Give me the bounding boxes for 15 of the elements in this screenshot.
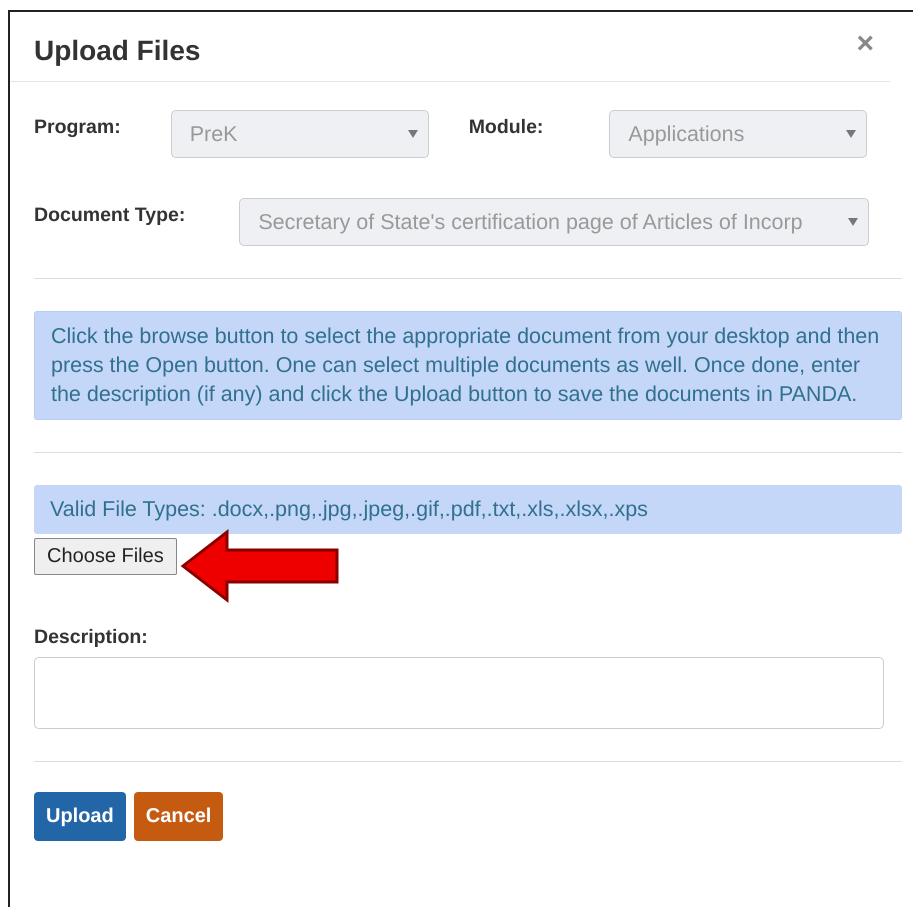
dropdown-caret-icon <box>848 218 858 226</box>
info-message: Click the browse button to select the appropriate document from your desktop and then press the Open button. One can select multiple documents as well. Once done, enter the description (if any) and click the Upload button to save the documents in PANDA. <box>34 311 902 420</box>
description-field[interactable] <box>34 657 884 729</box>
dropdown-caret-icon <box>846 130 856 138</box>
choose-files-button[interactable]: Choose Files <box>34 538 177 575</box>
close-button[interactable]: × <box>856 26 874 60</box>
field-label: Program: <box>34 115 121 140</box>
action-button[interactable]: Upload <box>34 792 126 841</box>
dialog-title: Upload Files <box>34 34 200 66</box>
field-label: Module: <box>468 115 544 140</box>
field-label: Description: <box>34 626 149 649</box>
field-label: Document Type: <box>34 203 186 228</box>
action-button[interactable]: Cancel <box>134 792 224 841</box>
file-types-note: Valid File Types: .docx,.png,.jpg,.jpeg,.gif,.pdf,.txt,.xls,.xlsx,.xps <box>34 485 902 534</box>
dropdown-caret-icon <box>408 130 418 138</box>
